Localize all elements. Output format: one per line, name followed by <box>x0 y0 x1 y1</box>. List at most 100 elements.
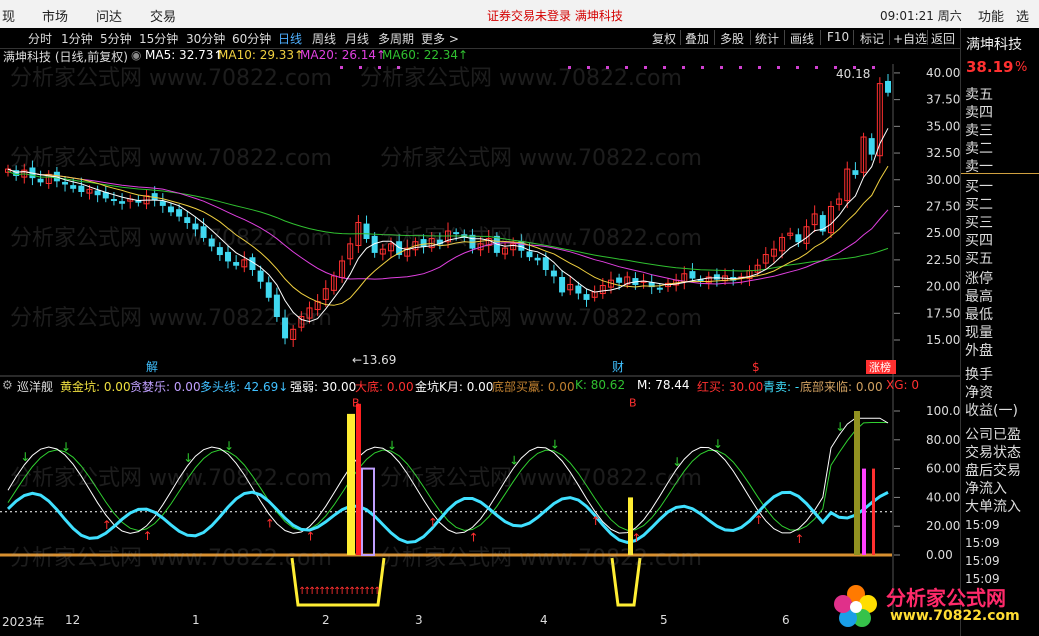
signal-dot <box>568 66 571 69</box>
indicator-value: 红买: 30.00 <box>697 380 764 394</box>
candle-body <box>583 294 590 300</box>
indicator-value: 强弱: 30.00 <box>290 380 357 394</box>
signal-dot <box>644 66 647 69</box>
candle-body <box>526 251 533 258</box>
tab-period-15min[interactable]: 15分钟 <box>139 30 178 47</box>
stat-after-hours: 盘后交易 <box>965 463 1021 479</box>
signal-dot <box>758 66 761 69</box>
signal-dot <box>872 66 875 69</box>
x-tick: 2023年 <box>2 615 45 629</box>
candle-body <box>453 232 460 235</box>
menu-item-function[interactable]: 功能 <box>978 6 1004 25</box>
buy-signal-label: B <box>629 397 637 410</box>
event-marker-dollar: $ <box>752 360 760 374</box>
f10-button[interactable]: F10 <box>827 30 849 44</box>
tab-period-daily[interactable]: 日线 <box>278 30 302 47</box>
tab-period-fenshi[interactable]: 分时 <box>28 30 52 47</box>
tab-period-1min[interactable]: 1分钟 <box>61 30 93 47</box>
add-watchlist-button[interactable]: +自选 <box>893 30 927 47</box>
tab-period-monthly[interactable]: 月线 <box>345 30 369 47</box>
buy-arrow-icon: ↑ <box>143 529 153 543</box>
back-button[interactable]: 返回 <box>931 30 955 47</box>
y-tick-label: 25.00 <box>926 226 960 240</box>
kline-chart[interactable]: 40.00 37.50 35.00 32.50 30.00 27.50 25.00 22.50… <box>0 64 960 612</box>
tick-time: 15:09 <box>965 554 1000 568</box>
menu-item-view[interactable]: 现 <box>2 6 15 25</box>
indicator-value: 金坑K月: 0.00 <box>415 380 494 394</box>
tab-period-60min[interactable]: 60分钟 <box>232 30 271 47</box>
stock-title: 满坤科技 (日线,前复权) <box>3 50 128 64</box>
candle-body <box>273 294 280 318</box>
signal-bar <box>854 411 860 555</box>
candle-body <box>534 257 541 261</box>
sell-arrow-icon: ↓ <box>713 437 723 451</box>
ask-level-2: 卖二 <box>965 141 993 157</box>
y-tick-label: 22.50 <box>926 253 960 267</box>
menu-item-wenda[interactable]: 问达 <box>96 6 122 25</box>
mark-button[interactable]: 标记 <box>860 30 884 47</box>
candle-body <box>167 206 174 213</box>
tab-period-30min[interactable]: 30分钟 <box>186 30 225 47</box>
ma5-label: MA5: 32.73↑ <box>145 48 224 62</box>
bottom-trough <box>610 557 642 607</box>
stat-big-inflow: 大单流入 <box>965 499 1021 515</box>
candle-body <box>208 238 215 247</box>
tab-period-5min[interactable]: 5分钟 <box>100 30 132 47</box>
stat-outer: 外盘 <box>965 343 993 359</box>
x-tick: 6 <box>782 613 790 627</box>
sell-arrow-icon: ↓ <box>550 438 560 452</box>
y-tick-label: 17.50 <box>926 306 960 320</box>
gear-icon[interactable]: ⚙ <box>2 378 13 392</box>
buy-arrow-icon: ↑ <box>468 530 478 544</box>
ask-level-3: 卖三 <box>965 123 993 139</box>
flower-logo-icon <box>834 585 877 627</box>
indicator-name[interactable]: 巡洋舰 <box>17 378 53 395</box>
signal-dot <box>378 66 381 69</box>
candle-body <box>62 181 69 185</box>
buy-arrow-icon: ↑ <box>305 530 315 544</box>
menu-item-trade[interactable]: 交易 <box>150 6 176 25</box>
y-tick-label: 30.00 <box>926 173 960 187</box>
tab-period-multi[interactable]: 多周期 <box>378 30 414 47</box>
draw-line-button[interactable]: 画线 <box>790 30 814 47</box>
divider <box>784 30 785 45</box>
indicator-value: 青卖: - <box>763 380 800 394</box>
x-axis: 2023年 12 1 2 3 4 5 6 <box>0 612 960 636</box>
y-tick-label: 0.00 <box>926 548 953 562</box>
candle-body <box>656 287 663 290</box>
candle-body <box>70 185 77 189</box>
bid-level-5: 买五 <box>965 251 993 267</box>
site-logo: 分析家公式网 www.70822.com <box>830 580 1030 632</box>
stat-earnings: 收益(一) <box>965 403 1018 419</box>
signal-bar <box>862 468 866 555</box>
candle-body <box>119 201 126 204</box>
event-marker-finance: 财 <box>612 360 624 374</box>
signal-dot <box>720 66 723 69</box>
statistics-button[interactable]: 统计 <box>755 30 779 47</box>
candle-body <box>885 80 891 93</box>
bid-level-4: 买四 <box>965 233 993 249</box>
x-tick: 4 <box>540 613 548 627</box>
bid-level-3: 买三 <box>965 215 993 231</box>
chevron-down-icon[interactable]: ◉ <box>131 48 141 62</box>
tab-period-weekly[interactable]: 周线 <box>312 30 336 47</box>
y-tick-label: 37.50 <box>926 93 960 107</box>
y-tick-label: 32.50 <box>926 146 960 160</box>
y-tick-label: 20.00 <box>926 519 960 533</box>
event-marker-limit-list: 涨榜 <box>869 360 891 374</box>
divider <box>889 30 890 45</box>
candle-body <box>184 217 191 223</box>
menu-item-select[interactable]: 选 <box>1016 6 1029 25</box>
menu-item-market[interactable]: 市场 <box>42 6 68 25</box>
tab-period-more[interactable]: 更多 > <box>421 30 459 47</box>
candle-body <box>233 262 240 266</box>
signal-dot <box>587 66 590 69</box>
x-tick: 1 <box>192 613 200 627</box>
restore-rights-button[interactable]: 复权 <box>652 30 676 47</box>
sell-arrow-icon: ↓ <box>835 420 845 434</box>
signal-dot <box>682 66 685 69</box>
overlay-button[interactable]: 叠加 <box>685 30 709 47</box>
candle-body <box>550 270 557 277</box>
multi-stock-button[interactable]: 多股 <box>720 30 744 47</box>
signal-bar <box>356 403 361 555</box>
